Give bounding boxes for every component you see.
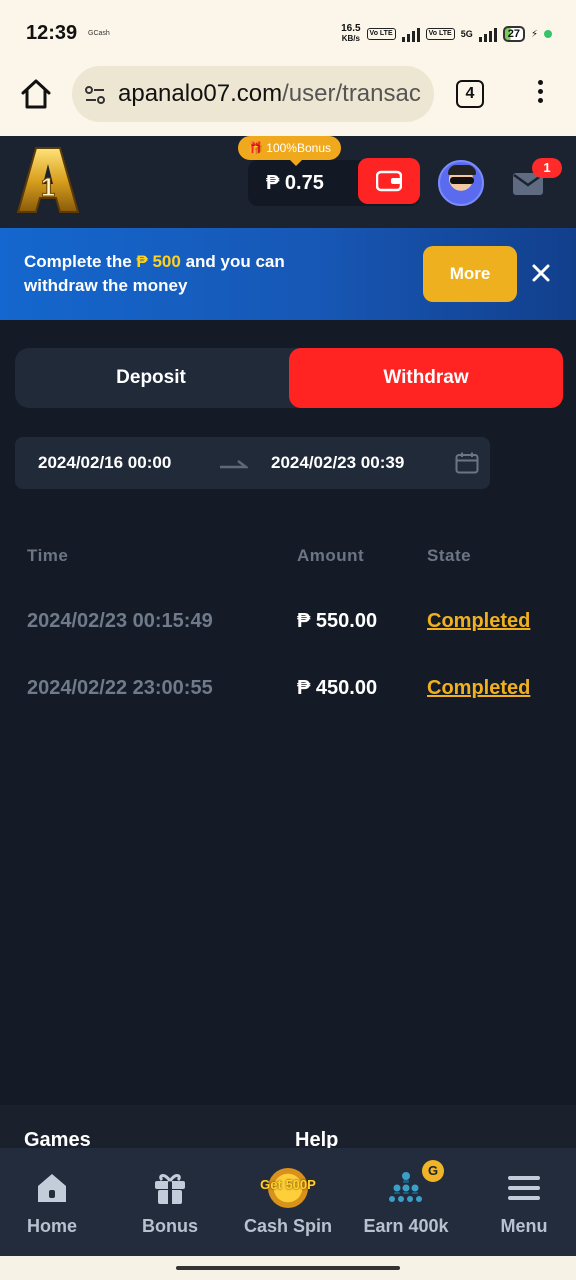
site-logo[interactable]: 1 [16, 146, 80, 214]
nav-earn-label: Earn 400k [363, 1216, 449, 1236]
gesture-bar[interactable] [0, 1256, 576, 1280]
network-type: 5G [460, 29, 473, 39]
banner-message: Complete the ₱ 500 and you can withdraw … [24, 250, 344, 298]
volte-icon-2: Vo LTE [425, 28, 455, 40]
transaction-type-tabs: Deposit Withdraw [15, 348, 563, 408]
row-amount: ₱ 550.00 [297, 610, 378, 632]
mail-count-badge: 1 [532, 158, 562, 178]
nav-bonus-label: Bonus [142, 1216, 198, 1236]
battery-icon: 27 [502, 26, 525, 42]
banner-amount: ₱ 500 [136, 252, 181, 271]
signal-icon [401, 26, 420, 42]
nav-menu[interactable]: Menu [466, 1148, 576, 1256]
earn-g-badge: G [422, 1160, 444, 1182]
tab-deposit[interactable]: Deposit [15, 348, 287, 408]
row-time: 2024/02/23 00:15:49 [27, 610, 213, 632]
nav-menu-label: Menu [500, 1216, 548, 1236]
speed-value: 16.5 [341, 23, 361, 34]
app-header: 1 ₱ 0.75 🎁 100%Bonus 1 [0, 136, 576, 228]
row-state-link[interactable]: Completed [427, 677, 530, 700]
table-row: 2024/02/22 23:00:55 ₱ 450.00 Completed [0, 667, 576, 707]
tab-withdraw[interactable]: Withdraw [289, 348, 563, 408]
browser-menu-icon[interactable] [530, 78, 550, 108]
address-bar[interactable]: apanalo07.com/user/transac [72, 66, 434, 122]
banner-text-before: Complete the [24, 252, 137, 271]
hamburger-icon [508, 1176, 540, 1200]
status-time: 12:39 [26, 22, 78, 44]
home-icon [38, 1174, 66, 1202]
more-button[interactable]: More [423, 246, 517, 302]
svg-text:1: 1 [41, 172, 55, 202]
charging-icon: ⚡ [530, 28, 538, 40]
table-row: 2024/02/23 00:15:49 ₱ 550.00 Completed [0, 600, 576, 640]
nav-home-label: Home [26, 1216, 77, 1236]
date-start[interactable]: 2024/02/16 00:00 [38, 453, 171, 473]
nav-cash-spin-label: Cash Spin [243, 1216, 332, 1236]
gift-icon [155, 1174, 185, 1204]
gcash-notification-icon: GCash [88, 30, 110, 37]
row-state-link[interactable]: Completed [427, 610, 530, 633]
network-icon [389, 1172, 422, 1202]
column-header-amount: Amount [297, 546, 365, 565]
row-amount: ₱ 450.00 [297, 677, 378, 699]
spin-badge-text: Get 500P [260, 1177, 316, 1192]
balance-amount: ₱ 0.75 [266, 172, 324, 194]
privacy-dot-icon [544, 30, 552, 38]
browser-toolbar: apanalo07.com/user/transac 4 [0, 62, 576, 136]
status-bar: 12:39 GCash 16.5 KB/s Vo LTE Vo LTE 5G 2… [0, 0, 576, 62]
column-header-time: Time [27, 546, 69, 565]
site-settings-icon[interactable] [82, 82, 108, 108]
volte-icon: Vo LTE [366, 28, 396, 40]
nav-cash-spin[interactable]: Get 500P Cash Spin [230, 1148, 346, 1256]
date-end[interactable]: 2024/02/23 00:39 [271, 453, 404, 473]
date-range-picker[interactable]: 2024/02/16 00:00 2024/02/23 00:39 [15, 437, 490, 489]
network-speed: 16.5 KB/s [341, 24, 360, 44]
nav-earn[interactable]: Earn 400k [348, 1148, 464, 1256]
speed-unit: KB/s [341, 34, 360, 43]
status-indicators: 16.5 KB/s Vo LTE Vo LTE 5G 27 ⚡ [341, 24, 552, 44]
wallet-button[interactable] [358, 158, 420, 204]
nav-bonus[interactable]: Bonus [112, 1148, 228, 1256]
signal-icon-2 [478, 26, 497, 42]
bottom-navigation: Home Bonus Get 500P Cash Spin Earn 400k [0, 1148, 576, 1256]
calendar-icon[interactable] [455, 452, 479, 474]
arrow-right-icon [220, 460, 248, 469]
tab-switcher-button[interactable]: 4 [456, 80, 484, 108]
close-icon[interactable] [528, 260, 554, 286]
wallet-icon [376, 170, 402, 192]
url-text: apanalo07.com/user/transac [118, 80, 421, 108]
url-path: /user/transac [282, 80, 421, 107]
browser-home-icon[interactable] [18, 76, 54, 112]
bonus-tag[interactable]: 🎁 100%Bonus [238, 136, 341, 166]
withdraw-requirement-banner: Complete the ₱ 500 and you can withdraw … [0, 228, 576, 320]
url-host: apanalo07.com [118, 80, 283, 107]
avatar[interactable] [438, 160, 484, 206]
nav-home[interactable]: Home [0, 1148, 110, 1256]
row-time: 2024/02/22 23:00:55 [27, 677, 213, 699]
column-header-state: State [427, 546, 472, 565]
